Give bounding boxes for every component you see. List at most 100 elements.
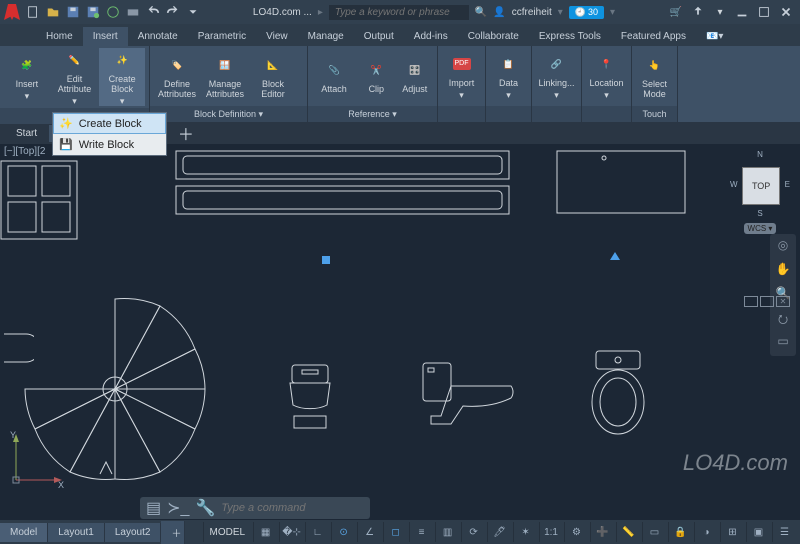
annostar-icon[interactable]: ✶	[513, 522, 537, 542]
share-icon[interactable]	[688, 3, 708, 21]
redo-icon[interactable]	[164, 3, 182, 21]
username[interactable]: ccfreiheit	[512, 7, 552, 18]
custom-icon[interactable]: ☰	[772, 522, 796, 542]
cmd-customize-icon[interactable]: 🔧	[195, 498, 215, 518]
location-button[interactable]: 📍Location▾	[586, 52, 627, 100]
lock-icon[interactable]: 🔒	[668, 522, 692, 542]
layout-add-icon[interactable]: ＋	[161, 521, 185, 544]
viewport-controls[interactable]: [−][Top][2	[4, 146, 45, 157]
status-scale[interactable]: 1:1	[539, 522, 562, 542]
vp-minimize-icon[interactable]	[744, 296, 758, 307]
maximize-icon[interactable]	[754, 3, 774, 21]
new-icon[interactable]	[24, 3, 42, 21]
lineweight-icon[interactable]: ≡	[409, 522, 433, 542]
trial-badge[interactable]: 🕘 30	[569, 6, 604, 19]
attach-button[interactable]: 📎Attach	[312, 58, 356, 94]
ortho-icon[interactable]: ∟	[305, 522, 329, 542]
help-dropdown-icon[interactable]: ▾	[710, 3, 730, 21]
osnap-icon[interactable]: ◻	[383, 522, 407, 542]
open-icon[interactable]	[44, 3, 62, 21]
plot-icon[interactable]	[124, 3, 142, 21]
tab-insert[interactable]: Insert	[83, 27, 128, 46]
svg-text:Y: Y	[10, 430, 16, 440]
isolate-icon[interactable]: ◑	[694, 522, 718, 542]
user-icon[interactable]: 👤	[493, 7, 505, 18]
create-block-button[interactable]: ✨Create Block▾	[99, 48, 145, 106]
hardware-icon[interactable]: ⊞	[720, 522, 744, 542]
tab-manage[interactable]: Manage	[298, 27, 354, 46]
select-mode-button[interactable]: 👆Select Mode	[636, 53, 673, 99]
status-model[interactable]: MODEL	[203, 522, 252, 542]
annoscale-icon[interactable]: 🖊	[487, 522, 511, 542]
app-logo[interactable]	[4, 4, 20, 20]
command-input[interactable]	[221, 502, 364, 514]
tab-featured[interactable]: Featured Apps	[611, 27, 696, 46]
tab-home[interactable]: Home	[36, 27, 83, 46]
polar-icon[interactable]: ⊙	[331, 522, 355, 542]
tab-view[interactable]: View	[256, 27, 298, 46]
snap-icon[interactable]: �⊹	[279, 522, 303, 542]
grip-marker[interactable]	[322, 256, 330, 264]
doctab-add-icon[interactable]: ＋	[170, 121, 202, 145]
showmotion-icon[interactable]: ▭	[774, 334, 792, 352]
doctab-start[interactable]: Start	[8, 125, 45, 142]
cart-icon[interactable]: 🛒	[666, 3, 686, 21]
cmd-history-icon[interactable]: ▤	[146, 498, 161, 518]
layout-tab-2[interactable]: Layout2	[105, 523, 162, 542]
pan-icon[interactable]: ✋	[774, 262, 792, 280]
tab-annotate[interactable]: Annotate	[128, 27, 188, 46]
command-line[interactable]: ▤ ≻_ 🔧	[140, 497, 370, 519]
viewcube[interactable]: N W TOP E S WCS ▾	[730, 150, 790, 236]
manage-attributes-button[interactable]: 🪟Manage Attributes	[202, 53, 248, 99]
steering-wheel-icon[interactable]: ◎	[774, 238, 792, 256]
qat-dropdown-icon[interactable]	[184, 3, 202, 21]
tab-parametric[interactable]: Parametric	[188, 27, 256, 46]
workspace-icon[interactable]: ⚙	[564, 522, 588, 542]
panel-blockdef-title[interactable]: Block Definition ▾	[150, 106, 307, 122]
grid-icon[interactable]: ▦	[253, 522, 277, 542]
vp-close-icon[interactable]: ✕	[776, 296, 790, 307]
cycling-icon[interactable]: ⟳	[461, 522, 485, 542]
panel-reference-title[interactable]: Reference ▾	[308, 106, 437, 122]
layout-tab-1[interactable]: Layout1	[48, 523, 105, 542]
tab-overflow-icon[interactable]: 📧▾	[696, 27, 733, 46]
edit-attribute-button[interactable]: ✏️Edit Attribute▾	[52, 48, 98, 106]
insert-button[interactable]: 🧩Insert▾	[4, 53, 50, 101]
clip-button[interactable]: ✂️Clip	[358, 58, 394, 94]
tri-marker[interactable]	[610, 252, 620, 260]
search-input[interactable]	[329, 5, 469, 20]
define-attributes-button[interactable]: 🏷️Define Attributes	[154, 53, 200, 99]
panel-import-title	[438, 106, 485, 122]
minimize-icon[interactable]	[732, 3, 752, 21]
transparency-icon[interactable]: ▥	[435, 522, 459, 542]
adjust-button[interactable]: 🎛️Adjust	[397, 58, 433, 94]
undo-icon[interactable]	[144, 3, 162, 21]
quickprops-icon[interactable]: ▭	[642, 522, 666, 542]
annomon-icon[interactable]: ➕	[590, 522, 614, 542]
saveas-icon[interactable]	[84, 3, 102, 21]
viewcube-face[interactable]: TOP	[742, 167, 780, 205]
layout-tab-model[interactable]: Model	[0, 523, 48, 542]
cleanscreen-icon[interactable]: ▣	[746, 522, 770, 542]
save-icon[interactable]	[64, 3, 82, 21]
isodraft-icon[interactable]: ∠	[357, 522, 381, 542]
dd-create-block[interactable]: ✨Create Block	[53, 113, 166, 134]
block-editor-button[interactable]: 📐Block Editor	[250, 53, 296, 99]
units-icon[interactable]: 📏	[616, 522, 640, 542]
data-button[interactable]: 📋Data▾	[490, 52, 527, 100]
close-icon[interactable]	[776, 3, 796, 21]
panel-reference: 📎Attach ✂️Clip 🎛️Adjust Reference ▾	[308, 46, 438, 122]
drawing-canvas[interactable]: [−][Top][2 ✕ N W TOP E S WCS ▾ ◎ ✋	[0, 144, 800, 496]
linking-button[interactable]: 🔗Linking...▾	[536, 52, 577, 100]
wcs-badge[interactable]: WCS ▾	[744, 223, 777, 234]
vp-maximize-icon[interactable]	[760, 296, 774, 307]
web-icon[interactable]	[104, 3, 122, 21]
import-button[interactable]: PDFImport▾	[442, 52, 481, 100]
search-icon[interactable]: 🔍	[475, 7, 487, 18]
tab-collaborate[interactable]: Collaborate	[458, 27, 529, 46]
orbit-icon[interactable]: ⭮	[774, 310, 792, 328]
dd-write-block[interactable]: 💾Write Block	[53, 134, 166, 155]
tab-express[interactable]: Express Tools	[529, 27, 611, 46]
tab-output[interactable]: Output	[354, 27, 404, 46]
tab-addins[interactable]: Add-ins	[404, 27, 458, 46]
